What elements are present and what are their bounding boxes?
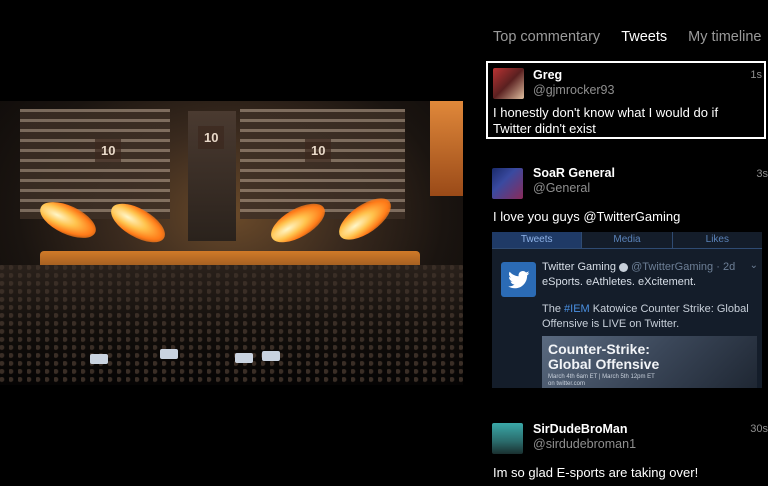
camera-screen — [160, 349, 178, 359]
crowd — [0, 265, 463, 385]
embedded-tweet-screenshot[interactable]: Tweets Media Likes Twitter Gaming @Twitt… — [492, 232, 762, 388]
tweet-item-selected[interactable]: Greg @gjmrocker93 1s I honestly don't kn… — [486, 61, 766, 139]
embed-tabs: Tweets Media Likes — [492, 232, 762, 249]
embed-body-text: The — [542, 303, 565, 315]
embed-account-name: Twitter Gaming — [542, 261, 616, 273]
embed-tweet-line: eSports. eAthletes. eXcitement. — [542, 276, 697, 288]
stage-screen-left — [20, 109, 170, 219]
tweet-author-handle[interactable]: @sirdudebroman1 — [533, 437, 636, 451]
embed-card-title-line: Global Offensive — [548, 356, 660, 372]
twitter-bird-icon — [501, 262, 536, 297]
verified-badge-icon — [619, 262, 629, 272]
embed-card-title-line: Counter-Strike: — [548, 341, 650, 357]
tweet-timestamp: 3s — [756, 168, 768, 180]
camera-screen — [90, 354, 108, 364]
user-photo-icon[interactable] — [492, 168, 523, 199]
tweet-timestamp: 30s — [750, 423, 768, 435]
embed-media-card: Counter-Strike: Global Offensive March 4… — [542, 336, 757, 388]
embed-account: Twitter Gaming @TwitterGaming · 2d — [542, 261, 735, 273]
camera-screen — [262, 351, 280, 361]
tweet-text: I honestly don't know what I would do if… — [493, 105, 719, 136]
stage-sign: 10 — [95, 139, 122, 162]
chevron-down-icon: ⌄ — [749, 260, 758, 271]
embed-card-subtitle-line: on twitter.com — [548, 381, 586, 387]
embed-card-subtitle-line: March 4th 6am ET | March 5th 12pm ET — [548, 374, 655, 380]
tab-my-timeline[interactable]: My timeline — [688, 29, 761, 49]
tab-top-commentary[interactable]: Top commentary — [493, 29, 600, 49]
tweet-author-name[interactable]: Greg — [533, 68, 562, 82]
embed-hashtag: #IEM — [564, 303, 590, 315]
tweet-text: I love you guys @TwitterGaming — [493, 209, 681, 224]
embed-tweet-body: The #IEM Katowice Counter Strike: Global… — [542, 302, 757, 332]
embed-account-handle: @TwitterGaming · 2d — [631, 261, 736, 273]
embed-tab-tweets: Tweets — [492, 232, 583, 248]
embed-card-subtitle: March 4th 6am ET | March 5th 12pm ET on … — [548, 374, 655, 388]
tweet-author-handle[interactable]: @gjmrocker93 — [533, 83, 614, 97]
embed-tab-media: Media — [582, 232, 673, 248]
tweet-text: Im so glad E-sports are taking over! — [493, 465, 699, 480]
feed-tabs: Top commentary Tweets My timeline — [493, 29, 768, 49]
stage-sign: 10 — [305, 139, 332, 162]
camera-screen — [235, 353, 253, 363]
live-video-player[interactable]: 10 10 10 — [0, 101, 463, 385]
tweet-timestamp: 1s — [750, 69, 762, 81]
stage-screen-edge — [430, 101, 463, 196]
embed-card-title: Counter-Strike: Global Offensive — [548, 342, 659, 372]
user-photo-icon[interactable] — [493, 68, 524, 99]
stage-sign: 10 — [198, 126, 225, 149]
user-photo-icon[interactable] — [492, 423, 523, 454]
tweet-item[interactable]: SirDudeBroMan @sirdudebroman1 30s Im so … — [486, 420, 768, 486]
tweet-author-name[interactable]: SoaR General — [533, 166, 615, 180]
tweet-author-handle[interactable]: @General — [533, 181, 590, 195]
tweet-author-name[interactable]: SirDudeBroMan — [533, 422, 627, 436]
tab-tweets[interactable]: Tweets — [621, 29, 667, 49]
embed-tab-likes: Likes — [705, 234, 729, 245]
